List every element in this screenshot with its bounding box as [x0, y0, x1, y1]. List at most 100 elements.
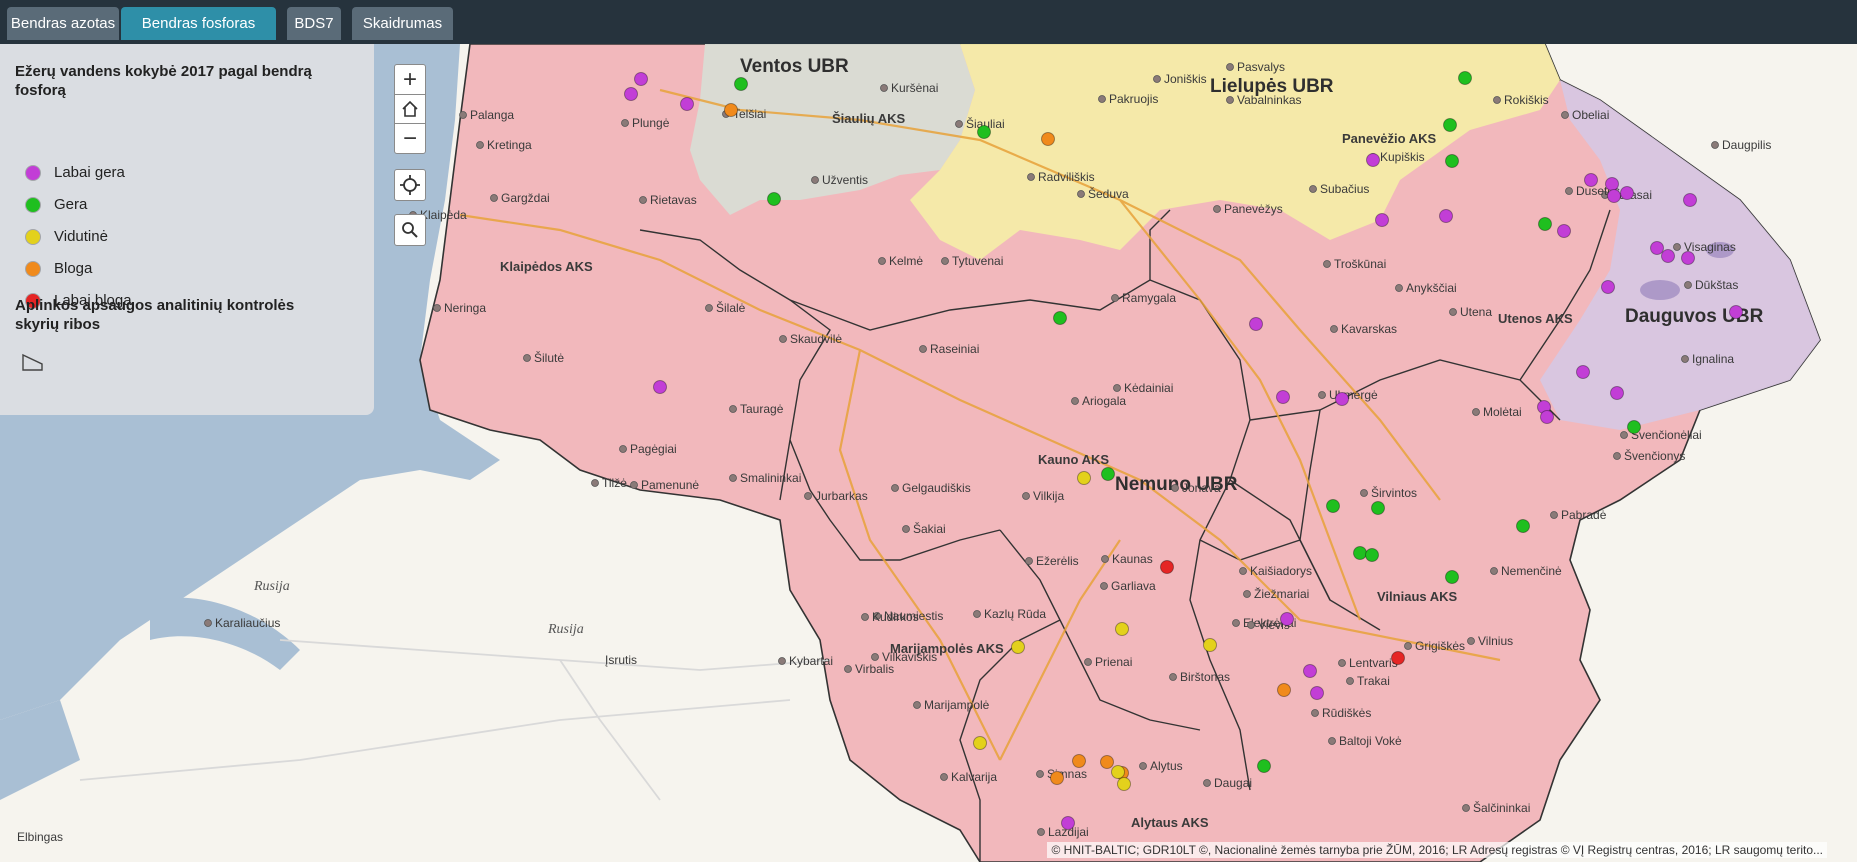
lake-sample-point[interactable]	[1557, 224, 1571, 238]
lake-sample-point[interactable]	[1160, 560, 1174, 574]
town-marker	[204, 619, 212, 627]
lake-sample-point[interactable]	[1249, 317, 1263, 331]
aks-label: Alytaus AKS	[1131, 815, 1209, 830]
lake-sample-point[interactable]	[1366, 153, 1380, 167]
lake-sample-point[interactable]	[653, 380, 667, 394]
tab-bds7[interactable]: BDS7	[287, 7, 341, 40]
zoom-out-button[interactable]: −	[394, 123, 426, 154]
lake-sample-point[interactable]	[1310, 686, 1324, 700]
town-label: Užventis	[822, 173, 868, 187]
lake-sample-point[interactable]	[1516, 519, 1530, 533]
town-label: Molėtai	[1483, 405, 1522, 419]
town-marker	[1561, 111, 1569, 119]
home-button[interactable]	[394, 94, 426, 124]
lake-sample-point[interactable]	[1072, 754, 1086, 768]
lake-sample-point[interactable]	[624, 87, 638, 101]
town-marker	[1243, 590, 1251, 598]
lake-sample-point[interactable]	[1607, 189, 1621, 203]
town-marker	[1395, 284, 1403, 292]
search-button[interactable]	[394, 214, 426, 246]
lake-sample-point[interactable]	[1365, 548, 1379, 562]
town-marker	[1490, 567, 1498, 575]
lake-sample-point[interactable]	[1445, 154, 1459, 168]
lake-sample-point[interactable]	[1303, 664, 1317, 678]
lake-sample-point[interactable]	[1540, 410, 1554, 424]
lake-sample-point[interactable]	[767, 192, 781, 206]
lake-sample-point[interactable]	[1729, 305, 1743, 319]
lake-sample-point[interactable]	[1353, 546, 1367, 560]
lake-sample-point[interactable]	[1627, 420, 1641, 434]
tab-skaidrumas[interactable]: Skaidrumas	[352, 7, 453, 40]
lake-sample-point[interactable]	[1391, 651, 1405, 665]
lake-sample-point[interactable]	[1276, 390, 1290, 404]
lake-sample-point[interactable]	[1445, 570, 1459, 584]
town-marker	[621, 119, 629, 127]
tab-bar: Bendras azotas Bendras fosforas BDS7 Ska…	[0, 0, 1857, 44]
lake-sample-point[interactable]	[1661, 249, 1675, 263]
town-label: Birštonas	[1180, 670, 1230, 684]
lake-sample-point[interactable]	[1203, 638, 1217, 652]
town-label: Ežerėlis	[1036, 554, 1079, 568]
lake-sample-point[interactable]	[680, 97, 694, 111]
town-label: Rūdiškės	[1322, 706, 1371, 720]
lake-sample-point[interactable]	[1280, 612, 1294, 626]
lake-sample-point[interactable]	[734, 77, 748, 91]
lake-sample-point[interactable]	[1620, 186, 1634, 200]
locate-button[interactable]	[394, 169, 426, 201]
lake-sample-point[interactable]	[1335, 392, 1349, 406]
lake-sample-point[interactable]	[973, 736, 987, 750]
lake-sample-point[interactable]	[1584, 173, 1598, 187]
town-marker	[1360, 489, 1368, 497]
lake-sample-point[interactable]	[1050, 771, 1064, 785]
town-label: Troškūnai	[1334, 257, 1386, 271]
lake-sample-point[interactable]	[1326, 499, 1340, 513]
lake-sample-point[interactable]	[1371, 501, 1385, 515]
town-marker	[1330, 325, 1338, 333]
town-marker	[459, 111, 467, 119]
lake-sample-point[interactable]	[1117, 777, 1131, 791]
lake-sample-point[interactable]	[634, 72, 648, 86]
lake-sample-point[interactable]	[1610, 386, 1624, 400]
lake-sample-point[interactable]	[977, 125, 991, 139]
town-label: Jonava	[1182, 481, 1221, 495]
town-label: Anykščiai	[1406, 281, 1457, 295]
lake-sample-point[interactable]	[1458, 71, 1472, 85]
tab-bendras-fosforas[interactable]: Bendras fosforas	[121, 7, 276, 40]
lake-sample-point[interactable]	[1061, 816, 1075, 830]
lake-sample-point[interactable]	[1375, 213, 1389, 227]
lake-sample-point[interactable]	[1101, 467, 1115, 481]
lake-sample-point[interactable]	[1576, 365, 1590, 379]
lake-sample-point[interactable]	[1683, 193, 1697, 207]
town-label: Gargždai	[501, 191, 550, 205]
lake-sample-point[interactable]	[724, 103, 738, 117]
lake-sample-point[interactable]	[1681, 251, 1695, 265]
lake-sample-point[interactable]	[1650, 241, 1664, 255]
lake-sample-point[interactable]	[1115, 622, 1129, 636]
town-marker	[1025, 557, 1033, 565]
lake-sample-point[interactable]	[1439, 209, 1453, 223]
town-marker	[871, 653, 879, 661]
lake-sample-point[interactable]	[1601, 280, 1615, 294]
town-label: Kavarskas	[1341, 322, 1397, 336]
town-label: Marijampolė	[924, 698, 990, 712]
town-label: Subačius	[1320, 182, 1369, 196]
town-marker	[1711, 141, 1719, 149]
lake-sample-point[interactable]	[1053, 311, 1067, 325]
lake-sample-point[interactable]	[1100, 755, 1114, 769]
town-label: Smalininkai	[740, 471, 801, 485]
lake-sample-point[interactable]	[1538, 217, 1552, 231]
lake-sample-point[interactable]	[1111, 765, 1125, 779]
zoom-in-button[interactable]: +	[394, 64, 426, 95]
town-label: Šeduva	[1088, 186, 1129, 201]
lake-sample-point[interactable]	[1011, 640, 1025, 654]
town-label: Kėdainiai	[1124, 381, 1173, 395]
lake-sample-point[interactable]	[1257, 759, 1271, 773]
lake-sample-point[interactable]	[1443, 118, 1457, 132]
lake-sample-point[interactable]	[1277, 683, 1291, 697]
lake-sample-point[interactable]	[1077, 471, 1091, 485]
legend-swatch	[26, 198, 40, 212]
lake-sample-point[interactable]	[1605, 177, 1619, 191]
tab-bendras-azotas[interactable]: Bendras azotas	[7, 7, 119, 40]
lake-sample-point[interactable]	[1041, 132, 1055, 146]
town-label: Elbingas	[17, 830, 63, 844]
